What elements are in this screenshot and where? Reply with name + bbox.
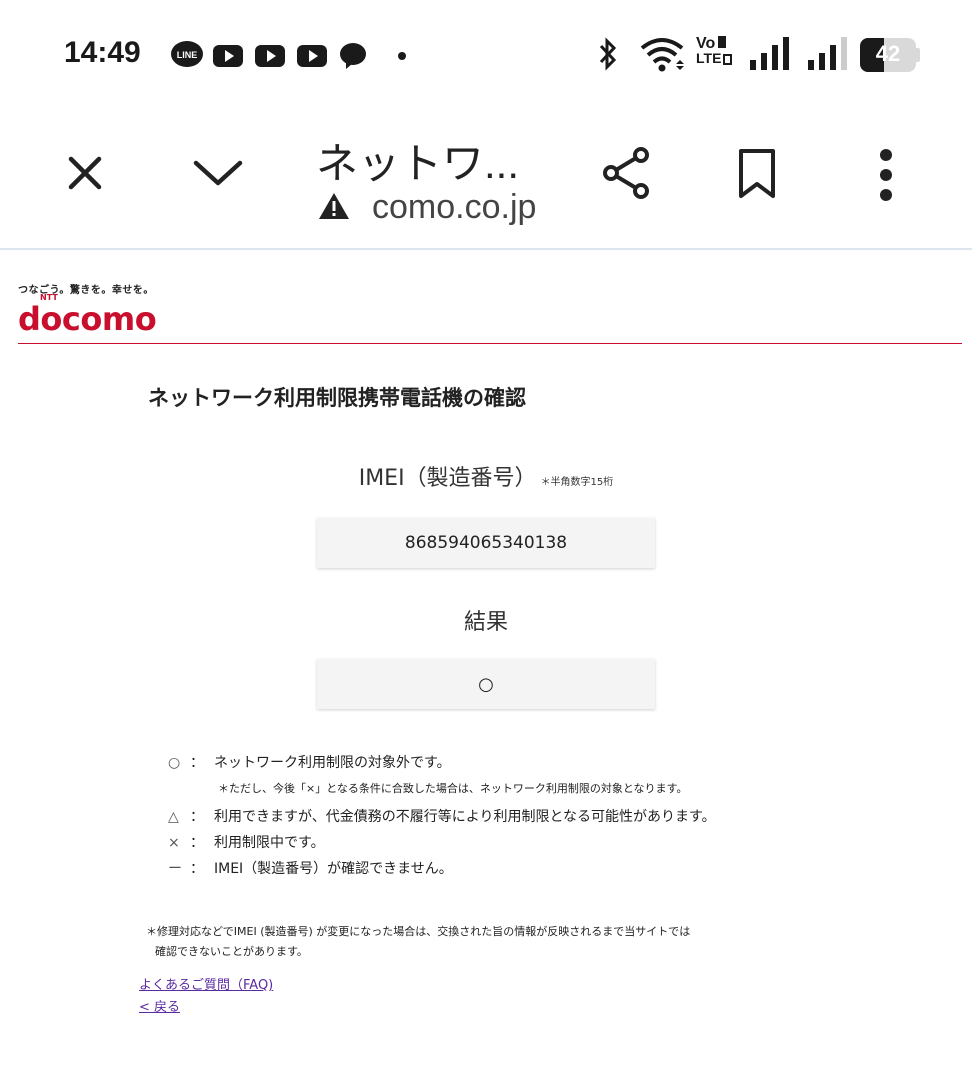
footnote-line: 確認できないことがあります。 [155,945,308,958]
signal-icon [808,37,847,70]
footnote-line: ＊修理対応などでIMEI (製造番号) が変更になった場合は、交換された旨の情報… [146,925,691,938]
volte-indicator: Vo LTE [696,36,738,66]
imei-label-text: IMEI（製造番号） [358,466,537,491]
chevron-down-icon[interactable] [190,150,246,196]
brand-tagline: つなごう。驚きを。幸せを。 [18,285,154,296]
legend-colon: ： [190,861,204,877]
footnote: ＊修理対応などでIMEI (製造番号) が変更になった場合は、交換された旨の情報… [146,922,690,962]
legend-colon: ： [190,809,204,825]
page-tab-title[interactable]: ネットワ... [316,130,519,191]
wifi-icon [640,38,684,72]
legend-item: × ： 利用制限中です。 [168,832,325,852]
result-field: ○ [317,659,655,709]
imei-note: ＊半角数字15桁 [540,477,614,488]
legend-symbol: × [168,835,180,851]
battery-indicator: 42 [860,38,920,72]
logo-wordmark: docomo [18,300,157,338]
imei-label: IMEI（製造番号） ＊半角数字15桁 [0,460,972,492]
chat-bubble-icon [340,43,366,69]
bluetooth-icon [599,37,617,71]
legend-symbol: △ [168,809,179,825]
svg-text:LINE: LINE [177,50,198,60]
youtube-icon [213,45,243,67]
imei-field[interactable]: 868594065340138 [317,518,655,568]
back-link[interactable]: < 戻る [139,996,180,1015]
legend-symbol: ○ [168,755,181,771]
close-icon[interactable] [62,150,108,196]
legend-text: ネットワーク利用制限の対象外です。 [214,755,451,771]
line-icon: LINE [171,41,203,67]
battery-level: 42 [875,41,901,66]
dot-icon [398,52,406,60]
warning-icon[interactable] [318,192,350,220]
more-options-icon[interactable] [866,146,906,204]
faq-link[interactable]: よくあるご質問（FAQ) [139,974,273,993]
legend-text: IMEI（製造番号）が確認できません。 [214,861,453,877]
legend-text: 利用制限中です。 [214,835,325,851]
youtube-icon [255,45,285,67]
legend-item: △ ： 利用できますが、代金債務の不履行等により利用制限となる可能性があります。 [168,806,716,826]
share-icon[interactable] [598,144,656,202]
page-title: ネットワーク利用制限携帯電話機の確認 [148,386,526,410]
header-divider [18,343,962,344]
lte-label: LTE [696,50,722,66]
legend-subnote: ＊ただし、今後「×」となる条件に合致した場合は、ネットワーク利用制限の対象となり… [218,782,688,795]
bookmark-icon[interactable] [734,146,780,202]
legend-symbol: ー [168,861,182,877]
legend-item: ー ： IMEI（製造番号）が確認できません。 [168,858,453,878]
youtube-icon [297,45,327,67]
url-text[interactable]: como.co.jp [372,188,536,227]
legend-text: 利用できますが、代金債務の不履行等により利用制限となる可能性があります。 [214,809,716,825]
status-bar: 14:49 LINE Vo LTE 42 [0,0,972,110]
status-time: 14:49 [64,36,141,69]
signal-icon [750,37,789,70]
legend-item: ○ ： ネットワーク利用制限の対象外です。 [168,752,451,772]
legend-colon: ： [190,835,204,851]
legend-colon: ： [190,755,204,771]
result-label: 結果 [463,610,508,635]
browser-toolbar: ネットワ... como.co.jp [0,110,972,250]
